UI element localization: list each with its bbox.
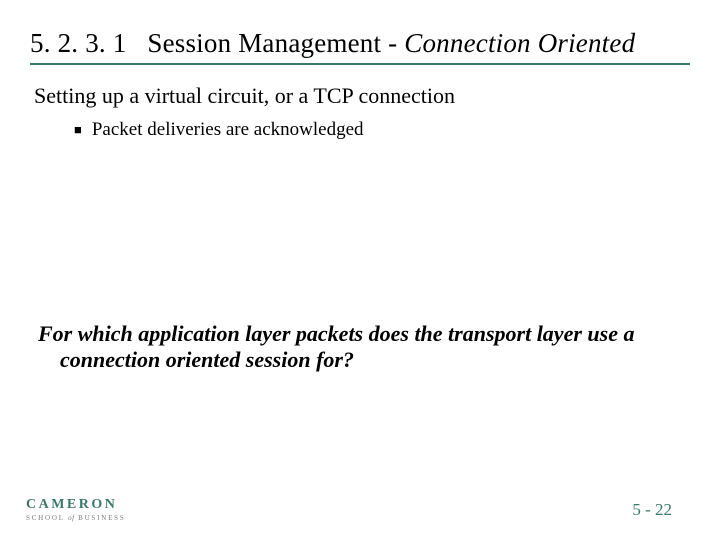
page-number: 5 - 22 xyxy=(632,500,672,520)
section-number: 5. 2. 3. 1 xyxy=(30,28,127,58)
logo: CAMERON SCHOOL of BUSINESS xyxy=(26,497,126,522)
lead-text: Setting up a virtual circuit, or a TCP c… xyxy=(34,83,690,109)
slide: 5. 2. 3. 1 Session Management - Connecti… xyxy=(0,0,720,540)
slide-title: 5. 2. 3. 1 Session Management - Connecti… xyxy=(30,28,690,59)
logo-sub: SCHOOL of BUSINESS xyxy=(26,514,126,522)
bullet-item: ■ Packet deliveries are acknowledged xyxy=(34,119,690,141)
bullet-text: Packet deliveries are acknowledged xyxy=(92,119,364,141)
title-text-italic: Connection Oriented xyxy=(404,28,635,58)
logo-sub-pre: SCHOOL xyxy=(26,514,68,522)
question-text: For which application layer packets does… xyxy=(56,321,690,373)
bullet-square-icon: ■ xyxy=(74,119,82,141)
title-block: 5. 2. 3. 1 Session Management - Connecti… xyxy=(30,28,690,65)
logo-sub-post: BUSINESS xyxy=(75,514,126,522)
slide-body: Setting up a virtual circuit, or a TCP c… xyxy=(30,83,690,141)
title-text-plain: Session Management - xyxy=(147,28,404,58)
logo-main: CAMERON xyxy=(26,497,126,513)
